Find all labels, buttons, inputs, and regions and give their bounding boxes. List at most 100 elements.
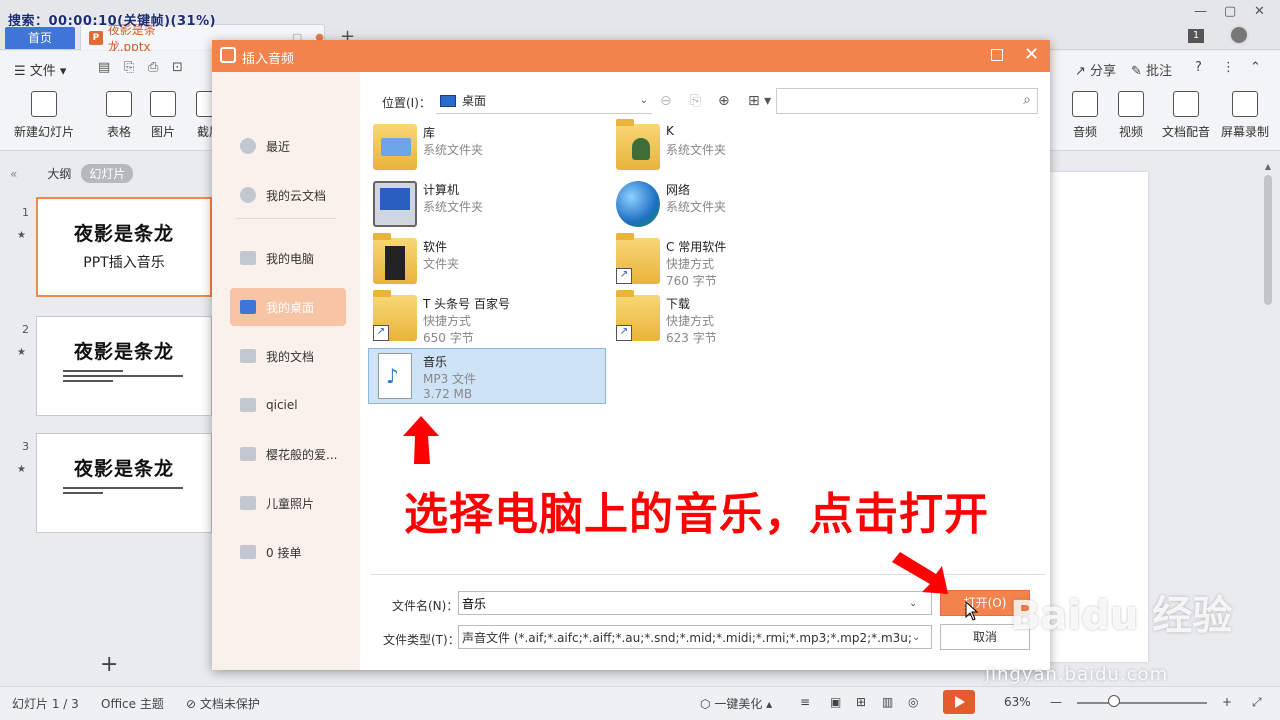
dialog-close-icon[interactable]: ✕: [1024, 44, 1039, 65]
cloud-icon: [240, 187, 256, 203]
zoom-level[interactable]: 63%: [1004, 695, 1031, 709]
chevron-down-icon[interactable]: ⌄: [909, 598, 917, 609]
dialog-maximize-icon[interactable]: [991, 49, 1003, 61]
play-slideshow-button[interactable]: [943, 690, 975, 714]
normal-view-icon[interactable]: ▣: [830, 695, 841, 709]
vertical-scrollbar[interactable]: ▲: [1262, 162, 1274, 662]
file-item-common-software[interactable]: C 常用软件 快捷方式 760 字节: [612, 233, 850, 290]
slide-animation-icon: ★: [17, 230, 26, 241]
theme-name[interactable]: Office 主题: [101, 695, 164, 712]
computer-icon: [240, 251, 256, 265]
save-icon[interactable]: ▤: [98, 60, 110, 75]
sidebar-item-label: 最近: [266, 139, 291, 154]
file-name: 下载: [666, 297, 691, 311]
video-timer-overlay: 搜索：00:00:10(关键帧)(31%): [8, 14, 217, 29]
zoom-slider-handle[interactable]: [1108, 695, 1120, 707]
sidebar-item-cloud[interactable]: 我的云文档: [230, 176, 346, 214]
sidebar-item-desktop[interactable]: 我的桌面: [230, 288, 346, 326]
zoom-in-icon[interactable]: +: [1222, 695, 1232, 709]
file-item-toutiao[interactable]: T 头条号 百家号 快捷方式 650 字节: [369, 290, 607, 347]
fit-window-icon[interactable]: ⤢: [1252, 695, 1262, 710]
new-slide-icon: [31, 91, 57, 117]
help-button[interactable]: ?: [1195, 60, 1202, 75]
scroll-up-icon[interactable]: ▲: [1262, 162, 1274, 171]
image-button[interactable]: 图片: [150, 91, 176, 140]
file-item-computer[interactable]: 计算机 系统文件夹: [369, 177, 607, 233]
review-button[interactable]: ✎ 批注: [1131, 60, 1172, 79]
share-button[interactable]: ↗ 分享: [1075, 60, 1116, 79]
tab-home[interactable]: 首页: [5, 27, 75, 49]
notes-icon[interactable]: ≡: [800, 695, 810, 709]
presenter-view-icon[interactable]: ◎: [908, 695, 918, 709]
sidebar-item-recent[interactable]: 最近: [230, 127, 346, 165]
dialog-titlebar: 插入音频 ✕: [212, 40, 1050, 72]
more-icon[interactable]: ⋮: [1222, 60, 1235, 75]
tab-outline[interactable]: 大纲: [47, 165, 71, 182]
slide-number: 1: [22, 206, 29, 219]
tab-slides[interactable]: 幻灯片: [81, 164, 134, 183]
back-icon[interactable]: ⊖: [660, 93, 672, 109]
file-menu-label: 文件 ▾: [29, 64, 67, 79]
dubbing-button[interactable]: 文档配音: [1162, 91, 1210, 140]
preview-icon[interactable]: ⊡: [172, 60, 183, 75]
slide-thumbnail-1[interactable]: 夜影是条龙 PPT插入音乐: [36, 197, 212, 297]
chevron-down-icon: ⌄: [639, 95, 648, 106]
up-folder-icon[interactable]: ⎘: [690, 93, 701, 109]
slide-body-lines: [63, 487, 183, 494]
minimize-icon[interactable]: —: [1194, 4, 1207, 19]
zoom-out-icon[interactable]: —: [1050, 695, 1062, 709]
sidebar-item-sakura[interactable]: 樱花般的爱...: [230, 435, 346, 473]
sidebar-item-computer[interactable]: 我的电脑: [230, 239, 346, 277]
document-protect-status[interactable]: ⊘ 文档未保护: [186, 695, 260, 712]
search-box[interactable]: ⌕: [776, 88, 1038, 114]
file-item-network[interactable]: 网络 系统文件夹: [612, 177, 850, 233]
search-icon[interactable]: ⌕: [1023, 92, 1031, 108]
file-menu[interactable]: ☰ 文件 ▾: [14, 60, 66, 79]
sorter-view-icon[interactable]: ⊞: [856, 695, 866, 709]
window-count-badge[interactable]: 1: [1188, 29, 1204, 43]
screen-record-button[interactable]: 屏幕录制: [1221, 91, 1269, 140]
filename-label: 文件名(N)：: [392, 599, 459, 613]
scrollbar-thumb[interactable]: [1264, 175, 1272, 305]
shortcut-folder-icon: [373, 290, 417, 341]
location-select[interactable]: 桌面 ⌄: [436, 88, 652, 114]
clock-icon: [240, 138, 256, 154]
screen-record-label: 屏幕录制: [1221, 125, 1270, 139]
sidebar-item-label: 我的文档: [266, 349, 315, 364]
audio-button[interactable]: 音频: [1072, 91, 1098, 140]
print-icon[interactable]: ⎙: [148, 60, 158, 75]
sidebar-item-orders[interactable]: 0 接单: [230, 533, 346, 571]
add-slide-button[interactable]: +: [100, 652, 118, 677]
view-mode-icon[interactable]: ⊞ ▾: [748, 93, 771, 109]
table-button[interactable]: 表格: [106, 91, 132, 140]
new-slide-button[interactable]: 新建幻灯片: [14, 91, 74, 140]
zoom-slider[interactable]: [1077, 702, 1207, 704]
sidebar-divider: [236, 218, 336, 219]
share-label: 分享: [1090, 64, 1117, 79]
file-item-library[interactable]: 库 系统文件夹: [369, 120, 607, 176]
filetype-select[interactable]: 声音文件 (*.aif;*.aifc;*.aiff;*.au;*.snd;*.m…: [458, 625, 932, 649]
reading-view-icon[interactable]: ▥: [882, 695, 893, 709]
beautify-button[interactable]: ⬡ 一键美化 ▴: [700, 695, 772, 712]
maximize-icon[interactable]: ▢: [1224, 4, 1236, 19]
slide-thumbnail-3[interactable]: 夜影是条龙: [36, 433, 212, 533]
avatar[interactable]: [1229, 25, 1249, 45]
export-icon[interactable]: ⎘: [124, 60, 134, 75]
file-item-music[interactable]: 音乐 MP3 文件 3.72 MB: [368, 348, 606, 404]
filename-input[interactable]: [459, 592, 909, 614]
search-input[interactable]: [777, 89, 1007, 113]
file-item-software[interactable]: 软件 文件夹: [369, 233, 607, 290]
file-item-k[interactable]: K 系统文件夹: [612, 119, 850, 176]
sidebar-item-kids-photos[interactable]: 儿童照片: [230, 484, 346, 522]
collapse-panel-icon[interactable]: «: [10, 167, 17, 181]
sidebar-item-documents[interactable]: 我的文档: [230, 337, 346, 375]
new-folder-icon[interactable]: ⊕: [718, 93, 730, 109]
video-button[interactable]: 视频: [1118, 91, 1144, 140]
collapse-ribbon-icon[interactable]: ⌃: [1250, 60, 1261, 75]
file-item-downloads[interactable]: 下载 快捷方式 623 字节: [612, 290, 850, 347]
slide-thumbnail-2[interactable]: 夜影是条龙: [36, 316, 212, 416]
filename-field[interactable]: ⌄: [458, 591, 932, 615]
sidebar-item-qiciel[interactable]: qiciel: [230, 386, 346, 424]
close-window-icon[interactable]: ✕: [1254, 4, 1265, 19]
mp3-file-icon: [378, 353, 412, 399]
